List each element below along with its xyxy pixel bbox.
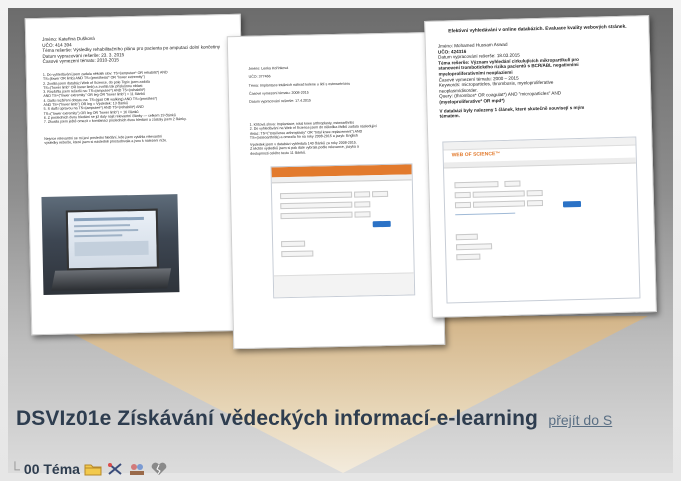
topic-row: └ 00 Téma <box>10 460 168 478</box>
crossed-tools-icon[interactable] <box>106 462 124 476</box>
course-banner-image: Jméno: Kateřina Dušková UČO: 414 394 Tém… <box>8 8 673 473</box>
doc3-title: Efektivní vyhledávání v online databázíc… <box>448 24 627 35</box>
group-icon[interactable] <box>128 462 146 476</box>
course-title-row: DSVIz01e Získávání vědeckých informací-e… <box>16 407 673 435</box>
document-page-2: Jméno: Lenka Kořínková UČO: 377466 Téma:… <box>226 31 446 350</box>
folder-icon[interactable] <box>84 462 102 476</box>
doc2-line: Datum vypracování rešerše: 17.4.2015 <box>249 98 312 104</box>
laptop-photo <box>41 194 180 295</box>
wos-screenshot-3: WEB OF SCIENCE™ <box>442 136 641 304</box>
wos-logo: WEB OF SCIENCE™ <box>451 151 501 159</box>
wos-screenshot-2 <box>270 163 416 299</box>
document-page-3: Efektivní vyhledávání v online databázíc… <box>424 15 657 318</box>
course-title: DSVIz01e Získávání vědeckých informací-e… <box>16 407 538 430</box>
document-page-1: Jméno: Kateřina Dušková UČO: 414 394 Tém… <box>24 13 248 336</box>
tree-branch-icon: └ <box>10 461 20 477</box>
broken-heart-icon[interactable] <box>150 462 168 476</box>
laptop-screen <box>65 208 159 271</box>
go-to-link[interactable]: přejít do S <box>548 412 612 428</box>
screenshot-frame: Jméno: Kateřina Dušková UČO: 414 394 Tém… <box>0 0 681 481</box>
topic-label[interactable]: 00 Téma <box>24 461 80 477</box>
